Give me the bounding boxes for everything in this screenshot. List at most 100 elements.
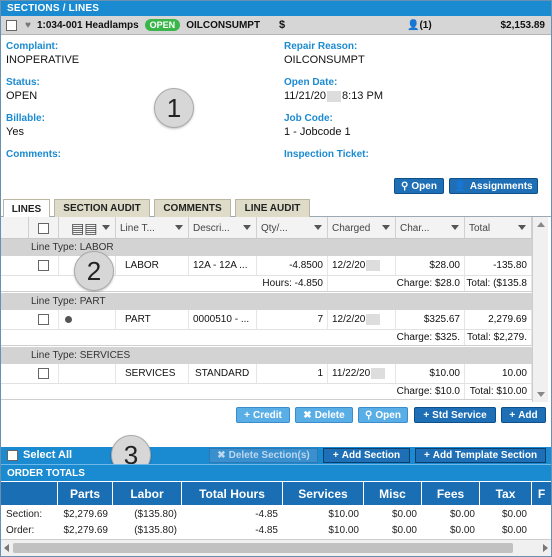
- row-indicator-cell: [59, 310, 116, 329]
- status-value: OPEN: [6, 90, 38, 102]
- totals-col-fees: Fees: [422, 482, 480, 505]
- column-charged[interactable]: Charged: [328, 217, 396, 239]
- complaint-label: Complaint:: [6, 41, 59, 52]
- open-section-button[interactable]: ⚲ Open: [394, 178, 444, 194]
- row-checkbox[interactable]: [38, 260, 49, 271]
- close-icon: ✖: [217, 450, 226, 461]
- scroll-down-icon[interactable]: [537, 392, 545, 397]
- plus-icon: +: [332, 450, 339, 461]
- add-template-section-label: Add Template Section: [432, 450, 538, 461]
- column-total[interactable]: Total: [465, 217, 532, 239]
- comments-label: Comments:: [6, 149, 62, 160]
- plus-icon: +: [509, 409, 516, 421]
- close-icon: ✖: [303, 409, 312, 421]
- credit-label: Credit: [252, 409, 282, 421]
- assignments-label: Assignments: [469, 180, 533, 192]
- row-checkbox[interactable]: [38, 314, 49, 325]
- plus-icon: +: [423, 450, 430, 461]
- scroll-right-icon[interactable]: [543, 544, 548, 552]
- totals-row-label: Section:: [6, 508, 43, 520]
- section-summary-row[interactable]: ♥ 1:034-001 Headlamps OPEN OILCONSUMPT $…: [1, 16, 551, 35]
- cell-charged: 11/22/20: [328, 364, 396, 383]
- status-dot-icon: [65, 316, 72, 323]
- open-date-date: 11/21/20: [284, 90, 327, 102]
- table-row[interactable]: SERVICES STANDARD 1 11/22/20 $10.00 10.0…: [1, 364, 532, 384]
- totals-tax: $0.00: [501, 524, 527, 536]
- column-charge[interactable]: Char...: [396, 217, 465, 239]
- callout-1: 1: [154, 88, 194, 128]
- complaint-field: Complaint: INOPERATIVE: [6, 41, 79, 66]
- totals-col-labor: Labor: [113, 482, 182, 505]
- columns-icon: ▤▤: [71, 219, 98, 236]
- tab-comments[interactable]: COMMENTS: [154, 199, 231, 217]
- tab-lines[interactable]: LINES: [3, 199, 50, 218]
- grid-column-menu[interactable]: ▤▤: [59, 217, 116, 239]
- status-badge: OPEN: [144, 19, 181, 31]
- cell-qty: -4.8500: [257, 256, 328, 275]
- cell-description: STANDARD: [189, 364, 257, 383]
- callout-2: 2: [74, 251, 114, 291]
- select-all-lines-checkbox[interactable]: [38, 222, 49, 234]
- delete-sections-button[interactable]: ✖ Delete Section(s): [209, 448, 318, 463]
- totals-hours: -4.85: [255, 524, 278, 536]
- section-checkbox[interactable]: [6, 19, 17, 31]
- job-code-field: Job Code: 1 - Jobcode 1: [284, 113, 351, 138]
- scroll-left-icon[interactable]: [4, 544, 9, 552]
- select-all-label: Select All: [23, 449, 73, 461]
- table-row[interactable]: PART 0000510 - ... 7 12/2/20 $325.67 2,2…: [1, 310, 532, 330]
- credit-button[interactable]: + Credit: [236, 407, 290, 423]
- grid-vertical-scrollbar[interactable]: [532, 217, 548, 402]
- grid-header-select: [29, 217, 59, 239]
- inspection-ticket-label: Inspection Ticket:: [284, 149, 369, 160]
- chevron-down-icon: [175, 225, 183, 230]
- open-line-button[interactable]: ⚲ Open: [358, 407, 408, 423]
- assignments-button[interactable]: 👤 Assignments: [449, 178, 538, 194]
- add-section-button[interactable]: + Add Section: [323, 448, 410, 463]
- tab-section-audit[interactable]: SECTION AUDIT: [54, 199, 150, 217]
- column-line-type[interactable]: Line T...: [116, 217, 189, 239]
- summary-total: Total: $2,279.: [465, 330, 532, 345]
- totals-misc: $0.00: [391, 508, 417, 520]
- row-checkbox[interactable]: [38, 368, 49, 379]
- summary-charge: Charge: $28.0: [396, 276, 465, 291]
- cell-charged-value: 11/22/20: [332, 368, 371, 379]
- cell-total: 10.00: [465, 364, 532, 383]
- summary-total: Total: ($135.8: [465, 276, 532, 291]
- totals-fees: $0.00: [449, 524, 475, 536]
- complaint-value: INOPERATIVE: [6, 54, 80, 66]
- chevron-down-icon: [243, 225, 251, 230]
- redaction-mask: [327, 90, 342, 102]
- cell-charge: $28.00: [396, 256, 465, 275]
- column-line-type-label: Line T...: [120, 222, 155, 234]
- heart-icon: ♥: [25, 19, 31, 31]
- group-row-part[interactable]: Line Type: PART: [1, 293, 532, 310]
- add-line-button[interactable]: + Add: [501, 407, 546, 423]
- section-code: 1:034-001 Headlamps: [36, 19, 139, 31]
- tab-line-audit[interactable]: LINE AUDIT: [235, 199, 310, 217]
- group-row-labor[interactable]: Line Type: LABOR: [1, 239, 532, 256]
- grid-header: ▤▤ Line T... Descri... Qty/... Charged C…: [1, 217, 532, 239]
- column-description[interactable]: Descri...: [189, 217, 257, 239]
- column-qty[interactable]: Qty/...: [257, 217, 328, 239]
- cell-qty: 1: [257, 364, 328, 383]
- scroll-up-icon[interactable]: [537, 222, 545, 227]
- cell-charge: $325.67: [396, 310, 465, 329]
- repair-reason-value: OILCONSUMPT: [284, 54, 365, 66]
- select-all-checkbox[interactable]: [7, 450, 18, 461]
- std-service-label: Std Service: [432, 409, 487, 421]
- section-amount: $2,153.89: [500, 19, 546, 31]
- delete-line-button[interactable]: ✖ Delete: [295, 407, 353, 423]
- row-select-cell: [29, 310, 59, 329]
- redaction-mask: [371, 368, 386, 379]
- column-charge-label: Char...: [400, 222, 430, 234]
- group-row-services[interactable]: Line Type: SERVICES: [1, 347, 532, 364]
- totals-parts: $2,279.69: [63, 524, 109, 536]
- open-line-label: Open: [375, 409, 401, 421]
- section-concern: OILCONSUMPT: [186, 19, 261, 31]
- cell-line-type: LABOR: [116, 256, 189, 275]
- totals-horizontal-scrollbar[interactable]: [1, 539, 551, 556]
- totals-parts: $2,279.69: [63, 508, 109, 520]
- add-template-section-button[interactable]: + Add Template Section: [415, 448, 546, 463]
- scrollbar-thumb[interactable]: [13, 543, 513, 553]
- std-service-button[interactable]: + Std Service: [414, 407, 496, 423]
